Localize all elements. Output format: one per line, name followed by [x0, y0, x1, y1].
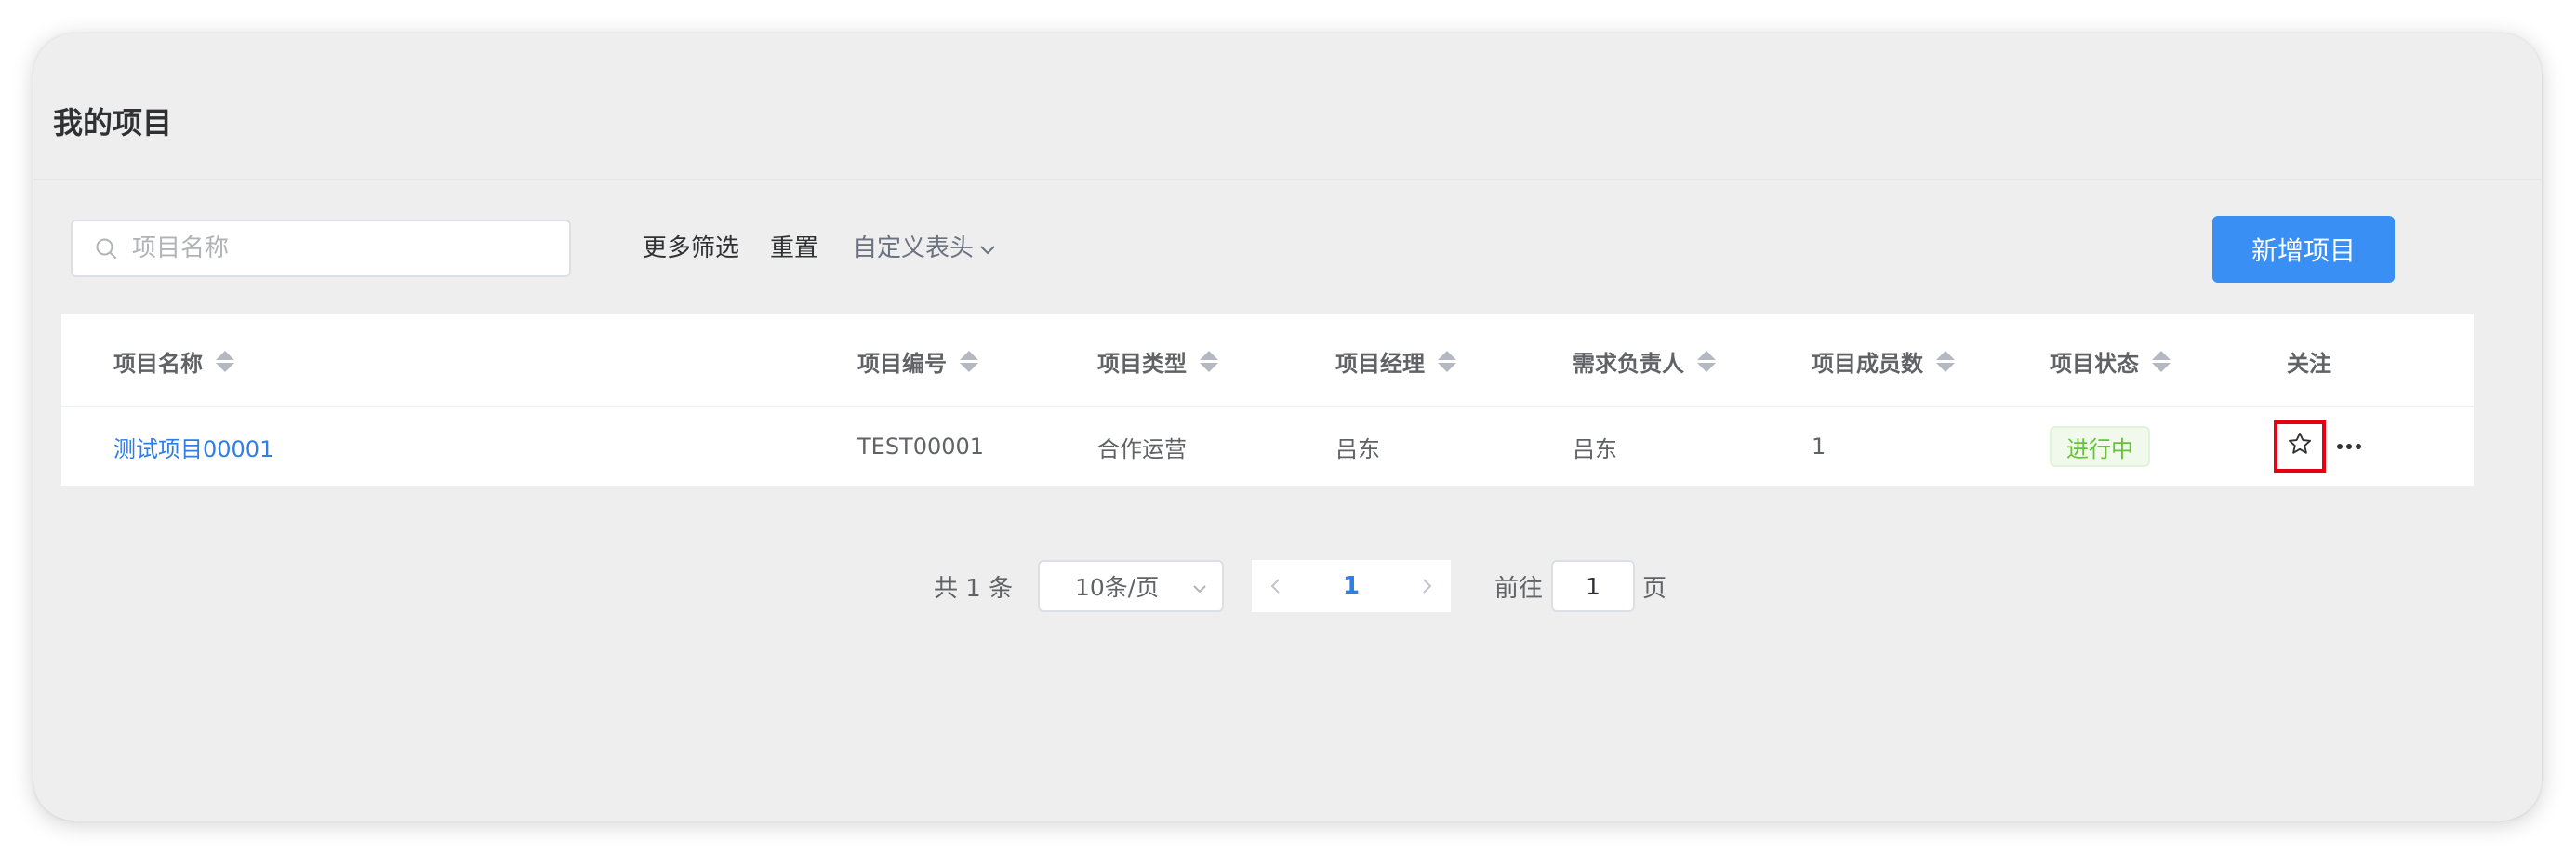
star-outline-icon — [2287, 431, 2313, 462]
pagination-total: 共 1 条 — [934, 575, 1014, 603]
more-horizontal-icon — [2337, 444, 2343, 449]
requirement-owner-cell: 吕东 — [1573, 435, 1617, 462]
chevron-down-icon — [974, 234, 996, 263]
column-header-label: 项目经理 — [1335, 350, 1425, 377]
column-header-requirement-owner[interactable]: 需求负责人 — [1573, 314, 1716, 407]
sort-icon[interactable] — [1697, 350, 1716, 372]
column-header-manager[interactable]: 项目经理 — [1335, 314, 1456, 407]
member-count-cell: 1 — [1812, 434, 1826, 460]
sort-icon[interactable] — [1200, 350, 1218, 372]
project-manager-cell: 吕东 — [1335, 435, 1380, 462]
sort-icon[interactable] — [1438, 350, 1456, 372]
column-header-label: 项目状态 — [2050, 350, 2139, 377]
sort-icon[interactable] — [960, 350, 978, 372]
sort-icon[interactable] — [216, 350, 234, 372]
next-page-button[interactable] — [1419, 577, 1434, 595]
page-suffix: 页 — [1642, 575, 1667, 603]
table-header: 项目名称 项目编号 项目类型 项目经理 需求负责人 项目成员数 项目状态 关注 — [61, 314, 2474, 407]
title-divider — [33, 179, 2542, 180]
table-row: 测试项目00001 TEST00001 合作运营 吕东 吕东 1 进行中 — [61, 407, 2474, 486]
sort-icon[interactable] — [2152, 350, 2171, 372]
column-header-member-count[interactable]: 项目成员数 — [1812, 314, 1955, 407]
column-header-label: 项目编号 — [857, 350, 947, 377]
custom-header-dropdown[interactable]: 自定义表头 — [853, 234, 996, 263]
page-size-select[interactable]: 10条/页 — [1038, 560, 1224, 612]
chevron-left-icon — [1270, 579, 1280, 594]
project-type-cell: 合作运营 — [1097, 435, 1187, 462]
prev-page-button[interactable] — [1268, 577, 1283, 595]
follow-star-button[interactable] — [2274, 420, 2326, 473]
search-input[interactable] — [130, 234, 543, 263]
reset-button[interactable]: 重置 — [770, 234, 818, 263]
search-icon — [93, 235, 119, 261]
more-actions-button[interactable] — [2331, 438, 2367, 455]
column-header-label: 项目成员数 — [1812, 350, 1923, 377]
column-header-label: 项目类型 — [1097, 350, 1187, 377]
project-code-cell: TEST00001 — [857, 434, 985, 460]
page-number-current[interactable]: 1 — [1343, 572, 1360, 600]
chevron-down-icon — [1190, 577, 1209, 604]
chevron-right-icon — [1423, 579, 1432, 594]
project-table: 项目名称 项目编号 项目类型 项目经理 需求负责人 项目成员数 项目状态 关注 — [61, 314, 2474, 486]
column-header-label: 关注 — [2287, 350, 2331, 377]
page-size-value: 10条/页 — [1075, 574, 1160, 601]
actions-cell — [2274, 407, 2367, 486]
more-filters-button[interactable]: 更多筛选 — [643, 234, 739, 263]
goto-label: 前往 — [1494, 575, 1544, 603]
search-box[interactable] — [71, 220, 571, 277]
status-cell: 进行中 — [2050, 407, 2150, 486]
column-header-name[interactable]: 项目名称 — [113, 314, 234, 407]
project-name-link[interactable]: 测试项目00001 — [113, 407, 273, 486]
column-header-label: 项目名称 — [113, 350, 203, 377]
column-header-follow: 关注 — [2287, 314, 2331, 407]
custom-header-label: 自定义表头 — [853, 234, 975, 262]
status-badge: 进行中 — [2050, 426, 2150, 467]
column-header-code[interactable]: 项目编号 — [857, 314, 978, 407]
column-header-type[interactable]: 项目类型 — [1097, 314, 1218, 407]
add-project-button[interactable]: 新增项目 — [2212, 216, 2395, 283]
goto-page-input[interactable] — [1551, 560, 1635, 612]
pager: 1 — [1252, 560, 1451, 612]
column-header-status[interactable]: 项目状态 — [2050, 314, 2171, 407]
column-header-label: 需求负责人 — [1573, 350, 1684, 377]
sort-icon[interactable] — [1936, 350, 1955, 372]
page-title: 我的项目 — [53, 105, 173, 140]
